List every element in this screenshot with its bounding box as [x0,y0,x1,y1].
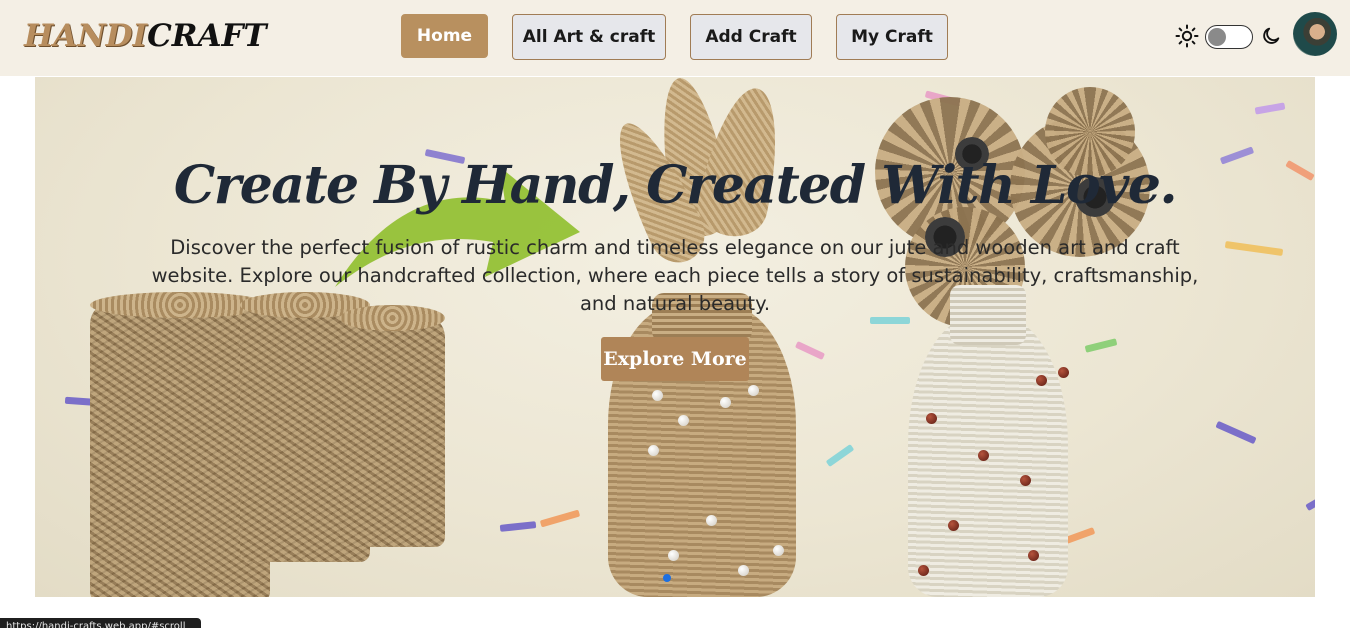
white-jute-vase [908,285,1069,597]
moon-icon [1263,27,1280,44]
explore-more-button[interactable]: Explore More [601,337,749,381]
nav-my-craft-button[interactable]: My Craft [836,14,948,60]
logo-part-craft: CRAFT [147,18,267,54]
theme-toggle[interactable] [1205,25,1253,49]
logo-part-handi: HANDI [24,18,148,54]
carousel-dot-active[interactable] [663,574,671,582]
hero-description: Discover the perfect fusion of rustic ch… [151,236,1199,315]
toggle-knob [1208,28,1226,46]
nav-home-button[interactable]: Home [401,14,488,58]
hero-banner: Create By Hand, Created With Love. Disco… [35,77,1315,597]
hero-title: Create By Hand, Created With Love. [173,155,1178,216]
brand-logo[interactable]: HANDICRAFT [24,14,267,58]
status-bar-url: https://handi-crafts.web.app/#scroll [0,618,201,628]
nav-all-art-craft-button[interactable]: All Art & craft [512,14,666,60]
user-avatar[interactable] [1293,12,1337,56]
navbar: HANDICRAFT Home All Art & craft Add Craf… [0,0,1350,76]
sun-icon [1175,24,1199,48]
nav-add-craft-button[interactable]: Add Craft [690,14,812,60]
